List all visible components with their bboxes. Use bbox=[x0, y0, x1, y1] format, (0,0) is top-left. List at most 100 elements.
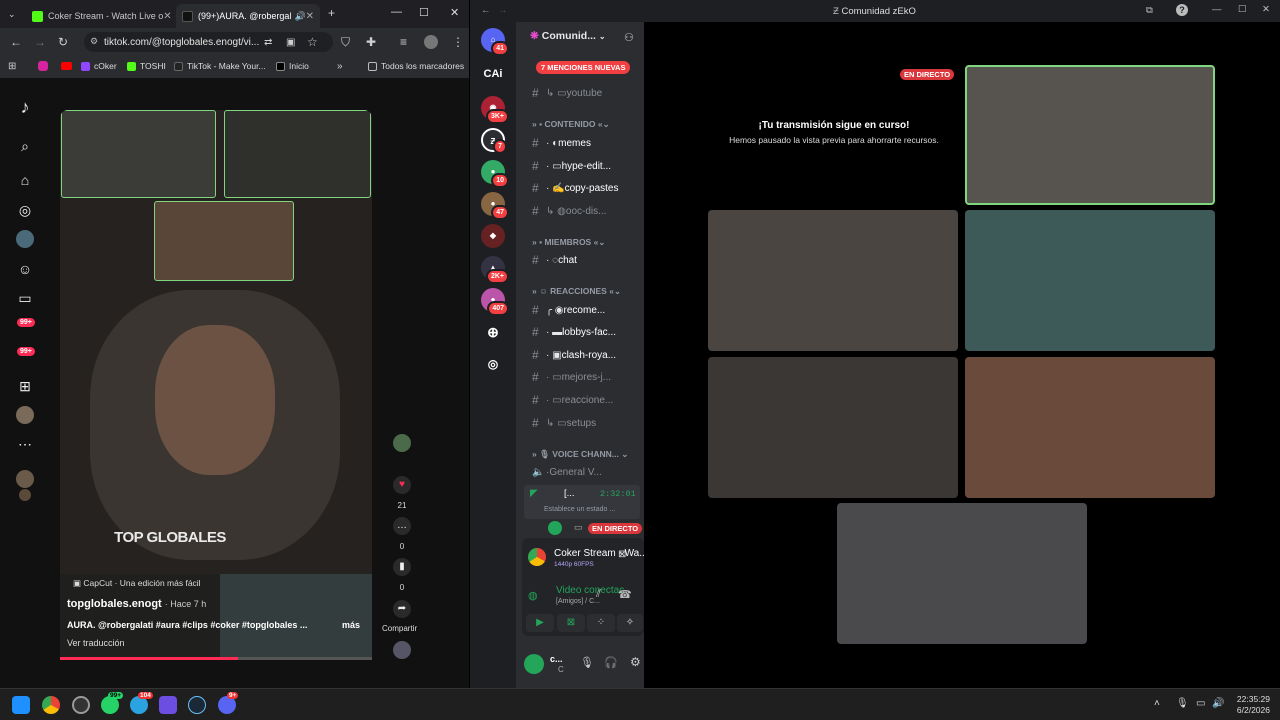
guild-5[interactable]: ● 47 bbox=[481, 192, 509, 220]
live-icon[interactable]: ▭ bbox=[16, 289, 34, 307]
stream-tile-own[interactable] bbox=[965, 65, 1215, 205]
translate-icon[interactable]: ⇄ bbox=[264, 37, 272, 49]
camera-button[interactable]: ▶ bbox=[526, 614, 554, 632]
speaker-icon[interactable]: 🔊 bbox=[294, 11, 305, 22]
search-icon[interactable]: ⌕ bbox=[16, 137, 34, 155]
apps-grid-icon[interactable] bbox=[159, 696, 177, 714]
activities-button[interactable]: ⁘ bbox=[587, 614, 615, 632]
headphones-icon[interactable]: 🎧 bbox=[604, 656, 618, 669]
back-icon[interactable]: ← bbox=[10, 36, 22, 48]
bookmark-toshi[interactable]: TOSHI bbox=[127, 61, 166, 71]
direct-messages-icon[interactable]: ⌂ 41 bbox=[481, 28, 509, 56]
profile-avatar[interactable] bbox=[16, 406, 34, 424]
microphone-icon[interactable]: 🎙 bbox=[580, 656, 594, 669]
category-miembros[interactable]: » ▪ MIEMBROS «⌄ bbox=[532, 237, 605, 248]
tray-chevron-icon[interactable]: ˄ bbox=[1154, 698, 1160, 709]
star-icon[interactable]: ☆ bbox=[307, 36, 318, 48]
channel-mejores[interactable]: # · ▭ mejores-j... bbox=[532, 369, 642, 385]
discover-icon[interactable]: ◎ bbox=[481, 352, 505, 376]
bookmark-coker[interactable]: cOker bbox=[81, 61, 117, 71]
instagram-icon[interactable] bbox=[38, 61, 48, 71]
close-tab-icon[interactable]: ✕ bbox=[163, 11, 171, 22]
media-icon[interactable]: ≡ bbox=[400, 36, 407, 48]
upload-icon[interactable]: ⊞ bbox=[16, 377, 34, 395]
voice-user-row[interactable]: ◤ [... 2:32:01 Establece un estado ... bbox=[524, 485, 640, 519]
category-voice[interactable]: » 🎙 VOICE CHANN... ⌄ bbox=[532, 449, 628, 460]
channel-lobbys[interactable]: # · ▬ lobbys-fac... bbox=[532, 324, 642, 340]
minimize-icon[interactable]: — bbox=[391, 6, 402, 18]
screen-share-button[interactable]: ⊠ bbox=[557, 614, 585, 632]
all-bookmarks[interactable]: Todos los marcadores bbox=[368, 61, 464, 71]
voice-channel-general[interactable]: 🔈 · General V... bbox=[532, 464, 642, 480]
channel-chat[interactable]: # · ◌ chat bbox=[532, 252, 642, 268]
suggested-account-avatar[interactable] bbox=[16, 470, 34, 488]
author-name[interactable]: topglobales.enogt bbox=[67, 598, 162, 610]
youtube-icon[interactable] bbox=[61, 62, 72, 70]
close-window-icon[interactable]: ✕ bbox=[450, 6, 459, 19]
tab-coker-stream[interactable]: Coker Stream - Watch Live o ✕ bbox=[26, 4, 176, 28]
guild-2[interactable]: ◉ 3K+ bbox=[481, 96, 509, 124]
status-hint[interactable]: Establece un estado ... bbox=[544, 506, 615, 513]
more-bookmarks-button[interactable]: » bbox=[337, 61, 343, 73]
share-button[interactable]: ➦ bbox=[393, 600, 411, 618]
progress-bar[interactable] bbox=[60, 657, 372, 660]
category-reacciones[interactable]: » ☺ REACCIONES «⌄ bbox=[532, 286, 621, 297]
forward-icon[interactable]: → bbox=[34, 36, 46, 48]
user-avatar[interactable] bbox=[524, 654, 544, 674]
disconnect-icon[interactable]: ☎ bbox=[618, 588, 632, 601]
url-input[interactable]: ⚙ tiktok.com/@topglobales.enogt/vi... bbox=[84, 32, 333, 52]
channel-clash[interactable]: # · ▣ clash-roya... bbox=[532, 347, 642, 363]
minimize-icon[interactable]: — bbox=[1212, 4, 1222, 15]
streamer-avatar[interactable] bbox=[548, 521, 562, 535]
stream-tile-2[interactable] bbox=[965, 210, 1215, 351]
add-server-icon[interactable]: ⊕ bbox=[481, 320, 505, 344]
stream-tile-3[interactable] bbox=[708, 357, 958, 498]
user-name[interactable]: c... bbox=[550, 654, 563, 664]
start-icon[interactable] bbox=[12, 696, 30, 714]
more-link[interactable]: más bbox=[342, 620, 360, 630]
music-disc[interactable] bbox=[393, 641, 411, 659]
channel-reaccione[interactable]: # · ▭ reaccione... bbox=[532, 392, 642, 408]
channel-hype-edits[interactable]: # · ▭ hype-edit... bbox=[532, 158, 642, 174]
reload-icon[interactable]: ↻ bbox=[58, 36, 68, 48]
like-button[interactable]: ♥ bbox=[393, 476, 411, 494]
volume-icon[interactable]: 🔊 bbox=[1212, 698, 1224, 709]
close-window-icon[interactable]: ✕ bbox=[1262, 4, 1270, 15]
settings-icon[interactable]: ⚙ bbox=[630, 655, 641, 669]
comment-button[interactable]: … bbox=[393, 517, 411, 535]
translate-link[interactable]: Ver traducción bbox=[67, 638, 125, 648]
creator-avatar[interactable] bbox=[393, 434, 411, 452]
soundboard-button[interactable]: ✧ bbox=[617, 614, 643, 632]
steam-alt-icon[interactable] bbox=[72, 696, 90, 714]
guild-zeko[interactable]: Ƶ7 bbox=[481, 128, 507, 154]
stream-tile-5[interactable] bbox=[837, 503, 1087, 644]
suggested-account-avatar-2[interactable] bbox=[19, 489, 31, 501]
site-info-icon[interactable]: ⚙ bbox=[90, 36, 98, 47]
stream-tile-1[interactable] bbox=[708, 210, 958, 351]
messages-badge[interactable]: 99+ bbox=[17, 347, 35, 356]
close-tab-icon[interactable]: ✕ bbox=[306, 11, 314, 22]
tab-tiktok[interactable]: (99+)AURA. @robergal 🔊 ✕ bbox=[176, 4, 320, 28]
channel-setups[interactable]: # ↳ ▭ setups bbox=[532, 415, 642, 431]
tiktok-logo-icon[interactable]: ♪ bbox=[16, 98, 34, 116]
more-icon[interactable]: ⋯ bbox=[16, 435, 34, 453]
back-icon[interactable]: ← bbox=[481, 5, 491, 16]
bookmark-button[interactable]: ▮ bbox=[393, 558, 411, 576]
forward-icon[interactable]: → bbox=[498, 5, 508, 16]
maximize-icon[interactable]: ☐ bbox=[419, 6, 429, 19]
inbox-icon[interactable]: ⧉ bbox=[1146, 5, 1153, 16]
invite-icon[interactable]: ⚇ bbox=[624, 31, 634, 44]
guild-6[interactable]: ◆ bbox=[481, 224, 505, 248]
mic-tray-icon[interactable]: 🎙 bbox=[1176, 698, 1189, 709]
activity-badge[interactable]: 99+ bbox=[17, 318, 35, 327]
clock[interactable]: 22:35:29 6/2/2026 bbox=[1237, 694, 1270, 716]
tab-search-icon[interactable]: ⌄ bbox=[8, 8, 16, 20]
shield-icon[interactable]: ⛉ bbox=[341, 36, 350, 48]
friends-icon[interactable]: ☺ bbox=[16, 260, 34, 278]
chrome-taskbar-icon[interactable] bbox=[42, 696, 60, 714]
menu-icon[interactable]: ⋮ bbox=[452, 36, 464, 48]
noise-suppression-icon[interactable]: ⫽ bbox=[596, 588, 601, 601]
explore-icon[interactable]: ◎ bbox=[16, 201, 34, 219]
stop-stream-icon[interactable]: ⊠ bbox=[618, 549, 626, 560]
guild-cai[interactable]: CAi bbox=[481, 62, 505, 86]
